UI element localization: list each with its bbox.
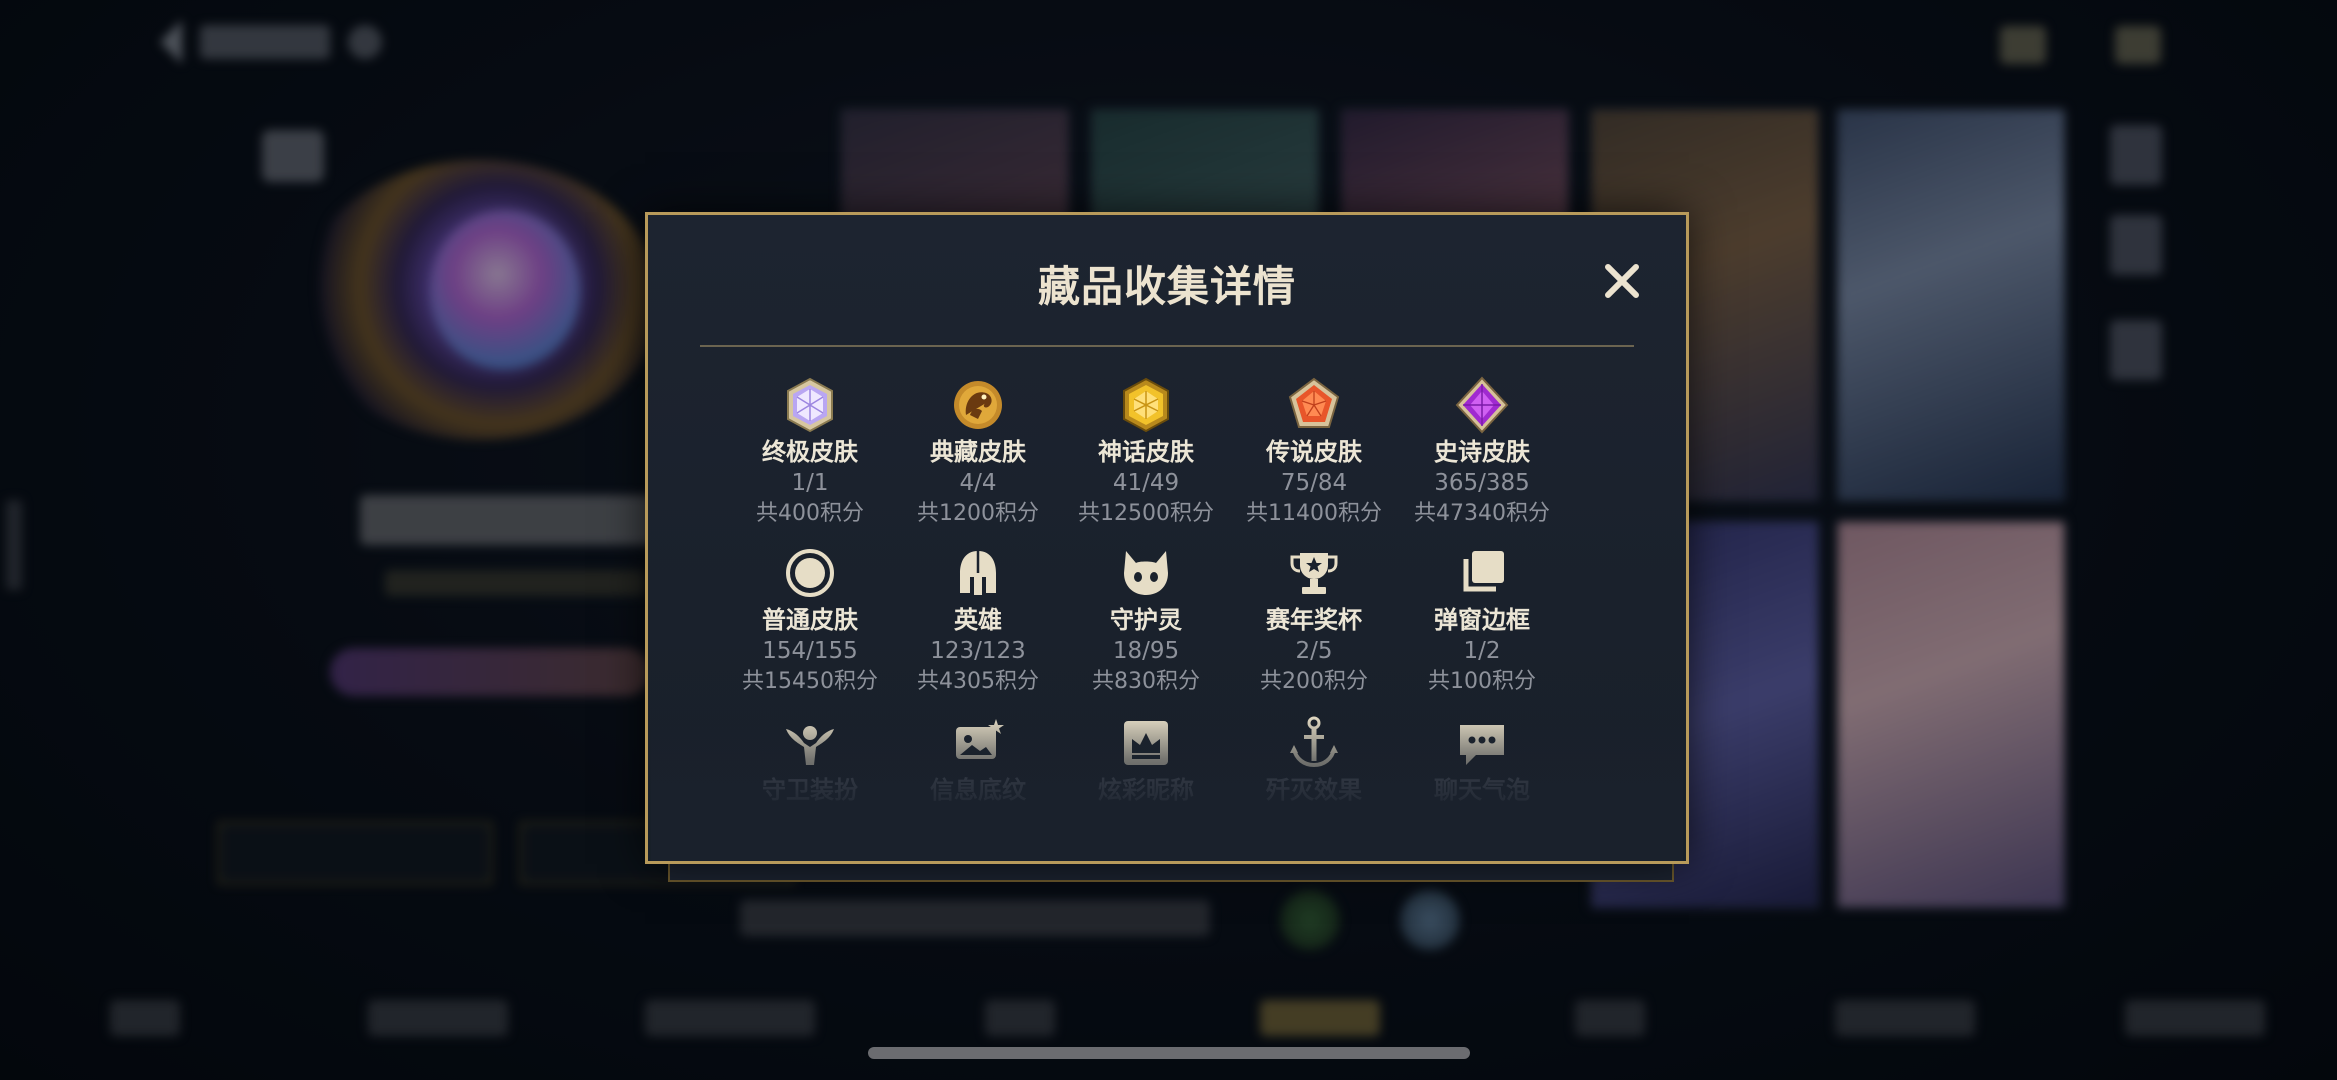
item-label: 弹窗边框 (1434, 606, 1530, 634)
chat-bubble-icon (1460, 725, 1504, 765)
item-label: 守护灵 (1110, 606, 1182, 634)
item-points: 共200积分 (1260, 669, 1368, 694)
ward-skin-icon (786, 726, 834, 765)
item-label: 信息底纹 (930, 776, 1026, 804)
collection-grid[interactable]: 终极皮肤 1/1 共400积分 典藏皮肤 4/4 共1200积分 神话皮肤 41… (720, 375, 1620, 845)
collection-item[interactable]: 守卫装扮 (720, 713, 900, 805)
collection-item[interactable]: 普通皮肤 154/155 共15450积分 (720, 543, 900, 697)
item-count: 18/95 (1112, 638, 1180, 664)
collection-item[interactable]: 典藏皮肤 4/4 共1200积分 (888, 375, 1068, 529)
item-count: 75/84 (1280, 470, 1348, 496)
item-points: 共100积分 (1428, 669, 1536, 694)
normal-skin-circle-icon (786, 549, 834, 597)
item-label: 守卫装扮 (762, 776, 858, 804)
item-label: 终极皮肤 (762, 438, 858, 466)
modal-title: 藏品收集详情 (1037, 262, 1296, 311)
item-label: 聊天气泡 (1434, 776, 1530, 804)
item-points: 共47340积分 (1414, 501, 1550, 526)
legendary-skin-gem-icon (1288, 377, 1340, 428)
info-background-icon (956, 719, 1004, 759)
item-label: 传说皮肤 (1266, 438, 1362, 466)
colorful-nickname-icon (1124, 721, 1168, 765)
collection-item[interactable]: 信息底纹 (888, 713, 1068, 805)
treasure-skin-dragon-icon (954, 381, 1002, 429)
collection-item[interactable]: 史诗皮肤 365/385 共47340积分 (1392, 375, 1572, 529)
item-label: 英雄 (954, 606, 1002, 634)
item-count: 4/4 (959, 470, 997, 496)
modal-divider (700, 345, 1634, 347)
item-points: 共11400积分 (1246, 501, 1382, 526)
item-label: 赛年奖杯 (1266, 606, 1362, 634)
collection-item[interactable]: 终极皮肤 1/1 共400积分 (720, 375, 900, 529)
item-count: 154/155 (762, 638, 858, 664)
item-label: 神话皮肤 (1098, 438, 1194, 466)
home-indicator[interactable] (868, 1047, 1470, 1059)
collection-item[interactable]: 传说皮肤 75/84 共11400积分 (1224, 375, 1404, 529)
item-points: 共400积分 (756, 501, 864, 526)
ace-effect-icon (1290, 716, 1338, 768)
collection-item[interactable]: 弹窗边框 1/2 共100积分 (1392, 543, 1572, 697)
item-points: 共4305积分 (917, 669, 1039, 694)
collection-item[interactable]: 歼灭效果 (1224, 713, 1404, 805)
collection-item[interactable]: 赛年奖杯 2/5 共200积分 (1224, 543, 1404, 697)
popup-frame-icon (1463, 551, 1504, 592)
collection-item[interactable]: 英雄 123/123 共4305积分 (888, 543, 1068, 697)
close-icon (1605, 264, 1639, 298)
item-label: 史诗皮肤 (1434, 438, 1530, 466)
mythic-skin-gem-icon (1123, 377, 1169, 433)
collection-item[interactable]: 守护灵 18/95 共830积分 (1056, 543, 1236, 697)
item-label: 典藏皮肤 (930, 438, 1026, 466)
item-count: 41/49 (1112, 470, 1180, 496)
hero-helmet-icon (960, 551, 996, 595)
epic-skin-gem-icon (1455, 376, 1509, 434)
item-points: 共12500积分 (1078, 501, 1214, 526)
collection-item[interactable]: 炫彩昵称 (1056, 713, 1236, 805)
item-label: 炫彩昵称 (1098, 776, 1194, 804)
item-points: 共830积分 (1092, 669, 1200, 694)
close-button[interactable] (1600, 259, 1644, 303)
screen: 藏品收集详情 终极皮肤 1/1 共400积分 典藏皮肤 4/4 共1200积分 … (0, 0, 2337, 1080)
item-points: 共15450积分 (742, 669, 878, 694)
item-points: 共1200积分 (917, 501, 1039, 526)
item-count: 123/123 (930, 638, 1026, 664)
item-count: 1/1 (791, 470, 829, 496)
collection-item[interactable]: 神话皮肤 41/49 共12500积分 (1056, 375, 1236, 529)
item-count: 365/385 (1434, 470, 1530, 496)
collection-details-modal: 藏品收集详情 终极皮肤 1/1 共400积分 典藏皮肤 4/4 共1200积分 … (645, 212, 1689, 864)
ultimate-skin-gem-icon (787, 377, 833, 433)
item-label: 普通皮肤 (762, 606, 858, 634)
modal-bottom-edge (668, 862, 1674, 882)
season-trophy-icon (1290, 553, 1338, 594)
guardian-spirit-icon (1124, 551, 1168, 595)
collection-item[interactable]: 聊天气泡 (1392, 713, 1572, 805)
item-label: 歼灭效果 (1266, 776, 1362, 804)
item-count: 2/5 (1295, 638, 1333, 664)
item-count: 1/2 (1463, 638, 1501, 664)
